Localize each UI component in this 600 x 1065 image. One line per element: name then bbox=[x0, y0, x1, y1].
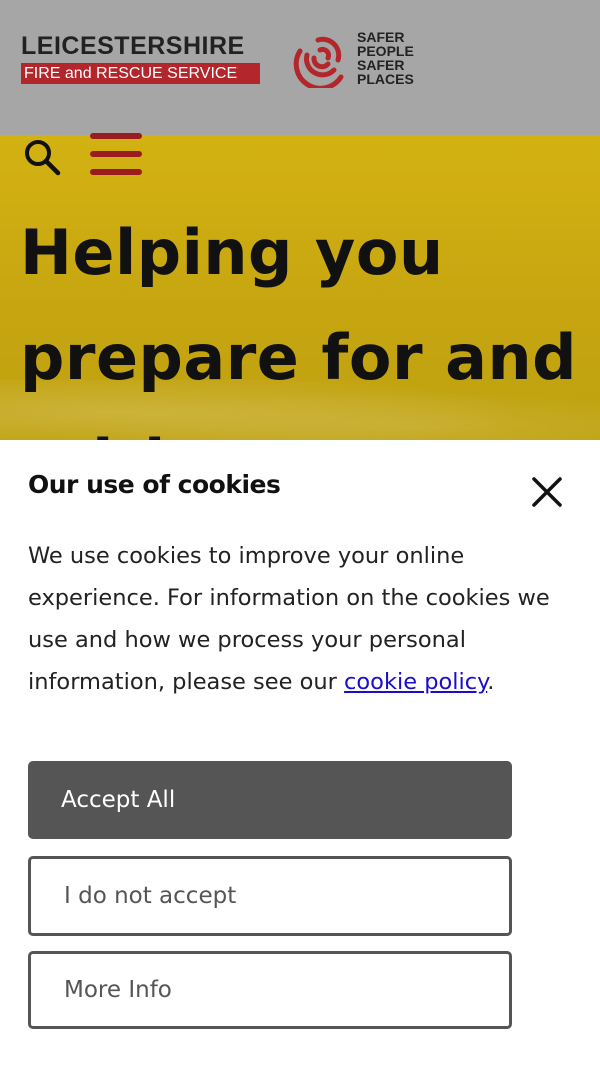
hero-title-line: prepare for and bbox=[20, 321, 578, 394]
cookie-banner-text: We use cookies to improve your online ex… bbox=[28, 535, 578, 703]
accept-all-button[interactable]: Accept All bbox=[28, 761, 512, 839]
cookie-policy-link[interactable]: cookie policy bbox=[344, 669, 487, 695]
menu-bar bbox=[90, 133, 142, 139]
slogan-line: SAFER bbox=[357, 29, 405, 45]
hero-title-line: ...ith bbox=[20, 410, 590, 440]
hero-title: Helping you prepare for and ...ith bbox=[20, 200, 590, 440]
hero-section: LEICESTERSHIRE FIRE and RESCUE SERVICE S… bbox=[0, 0, 600, 440]
slogan: SAFER PEOPLE SAFER PLACES bbox=[357, 30, 414, 86]
slogan-line: SAFER bbox=[357, 57, 405, 73]
slogan-line: PEOPLE bbox=[357, 43, 414, 59]
menu-bar bbox=[90, 169, 142, 175]
cookie-body-end: . bbox=[487, 669, 495, 695]
menu-bar bbox=[90, 151, 142, 157]
hero-title-line: Helping you bbox=[20, 216, 444, 289]
brand-logo[interactable]: LEICESTERSHIRE FIRE and RESCUE SERVICE bbox=[21, 33, 261, 84]
site-header: LEICESTERSHIRE FIRE and RESCUE SERVICE S… bbox=[0, 0, 600, 135]
search-icon[interactable] bbox=[22, 137, 62, 177]
signal-waves-logo bbox=[293, 36, 344, 88]
more-info-button[interactable]: More Info bbox=[28, 951, 512, 1029]
brand-name: LEICESTERSHIRE bbox=[21, 32, 245, 60]
brand-subtitle: FIRE and RESCUE SERVICE bbox=[21, 63, 260, 84]
slogan-line: PLACES bbox=[357, 71, 414, 87]
close-icon[interactable] bbox=[530, 475, 564, 509]
cookie-banner: Our use of cookies We use cookies to imp… bbox=[0, 440, 600, 1065]
decline-button[interactable]: I do not accept bbox=[28, 856, 512, 936]
menu-icon[interactable] bbox=[90, 133, 142, 179]
cookie-banner-title: Our use of cookies bbox=[28, 470, 281, 499]
